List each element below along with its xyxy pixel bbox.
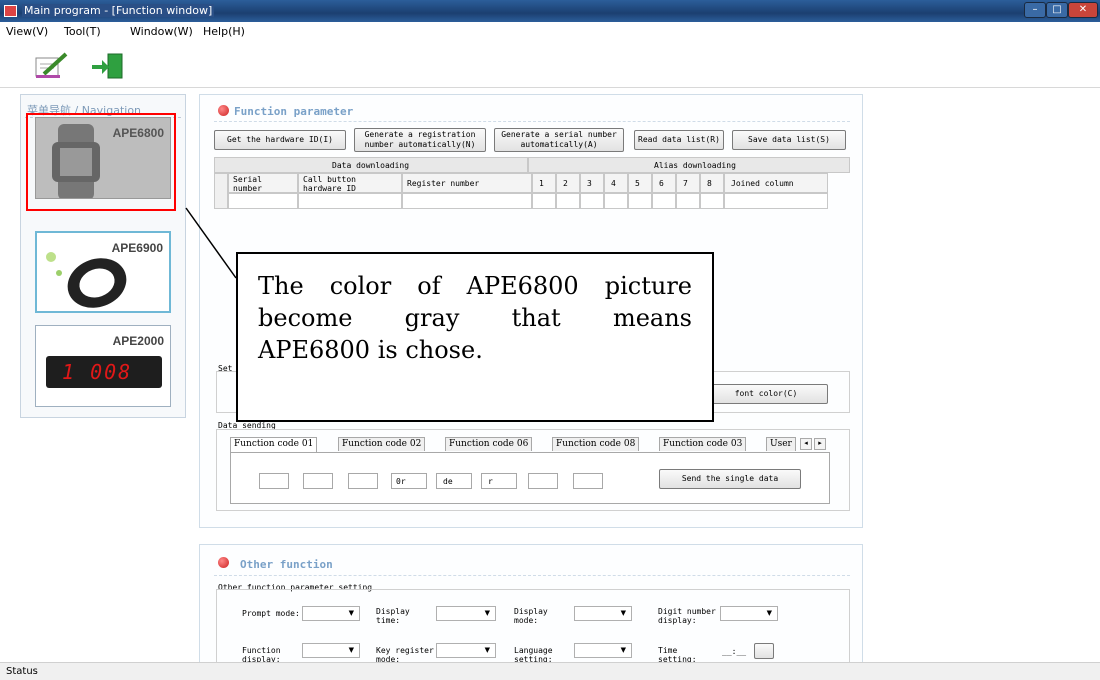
display-mode-label: Display mode: [514,607,548,625]
led-digits: 1 008 [62,360,133,384]
callout-line-3: APE6800 is chose. [258,336,483,364]
menu-help[interactable]: Help(H) [203,25,245,38]
column-header[interactable]: 8 [700,173,724,193]
display-time-label: Display time: [376,607,410,625]
key-register-select[interactable] [436,643,496,658]
data-field[interactable] [303,473,333,489]
save-data-list-button[interactable]: Save data list(S) [732,130,846,150]
edit-icon[interactable] [34,52,70,80]
other-function-panel: Other function Other function parameter … [199,544,863,673]
callout-line-1: The color of APE6800 picture [258,272,692,300]
exit-icon[interactable] [90,52,126,80]
display-mode-select[interactable] [574,606,632,621]
tab-function-code-03[interactable]: Function code 03 [659,437,747,451]
tab-scroll-left[interactable]: ◂ [800,438,812,450]
data-field[interactable] [528,473,558,489]
get-hardware-id-button[interactable]: Get the hardware ID(I) [214,130,346,150]
status-text: Status [6,666,38,677]
column-header[interactable]: 7 [676,173,700,193]
annotation-callout: The color of APE6800 picture become gray… [236,252,714,422]
section-title: Other function [240,558,333,571]
product-ape6900[interactable]: APE6900 [35,231,171,313]
time-value[interactable]: __:__ [722,647,746,656]
column-header[interactable]: 4 [604,173,628,193]
display-time-select[interactable] [436,606,496,621]
title-bar: Main program - [Function window] – □ ✕ [0,0,1100,22]
tab-scroll-right[interactable]: ▸ [814,438,826,450]
tab-function-code-06[interactable]: Function code 06 [445,437,533,451]
prompt-mode-label: Prompt mode: [242,609,300,618]
font-color-button[interactable]: font color(C) [704,384,828,404]
section-bullet-icon [218,105,229,116]
data-field[interactable] [348,473,378,489]
tab-user[interactable]: User [766,437,796,451]
data-field[interactable]: r [481,473,517,489]
close-button[interactable]: ✕ [1068,2,1098,18]
function-display-select[interactable] [302,643,360,658]
tab-function-code-08[interactable]: Function code 08 [552,437,640,451]
minimize-button[interactable]: – [1024,2,1046,18]
app-icon [4,5,17,17]
section-bullet-icon [218,557,229,568]
generate-registration-button[interactable]: Generate a registration number automatic… [354,128,486,152]
tab-function-code-01[interactable]: Function code 01 [230,437,318,453]
navigation-sidebar: 菜单导航 / Navigation APE6800 APE6900 APE200… [20,94,186,418]
data-field[interactable]: de [436,473,472,489]
generate-serial-button[interactable]: Generate a serial number automatically(A… [494,128,624,152]
data-field[interactable] [259,473,289,489]
column-header[interactable]: Call button hardware ID [298,173,402,193]
alias-downloading-header: Alias downloading [654,161,736,170]
product-name: APE2000 [112,334,164,348]
column-header[interactable]: Register number [402,173,532,193]
data-downloading-header: Data downloading [332,161,410,170]
status-bar: Status [0,662,1100,680]
send-single-data-button[interactable]: Send the single data [659,469,801,489]
digit-number-label: Digit number display: [658,607,716,625]
menu-view[interactable]: View(V) [6,25,48,38]
maximize-button[interactable]: □ [1046,2,1068,18]
data-grid: Data downloading Alias downloading Seria… [214,157,850,209]
digit-number-select[interactable] [720,606,778,621]
column-header[interactable]: 6 [652,173,676,193]
column-header[interactable]: 1 [532,173,556,193]
section-title: Function parameter [234,105,354,118]
callout-line-2: become gray that means [258,304,692,332]
time-picker-button[interactable] [754,643,774,659]
language-select[interactable] [574,643,632,658]
column-header[interactable]: 2 [556,173,580,193]
selection-highlight [26,113,176,211]
column-header[interactable]: 5 [628,173,652,193]
function-code-tabs: Function code 01 Function code 02 Functi… [230,437,830,453]
prompt-mode-select[interactable] [302,606,360,621]
column-header[interactable]: Joined column [724,173,828,193]
table-row[interactable] [228,193,298,209]
data-field[interactable]: 0r [391,473,427,489]
tab-function-code-02[interactable]: Function code 02 [338,437,426,451]
tab-content: 0r de r Send the single data [230,452,830,504]
read-data-list-button[interactable]: Read data list(R) [634,130,724,150]
column-header[interactable]: 3 [580,173,604,193]
menu-bar: View(V) Tool(T) Window(W) Help(H) [0,22,1100,40]
menu-tool[interactable]: Tool(T) [64,25,101,38]
menu-window[interactable]: Window(W) [130,25,193,38]
product-name: APE6900 [111,241,163,255]
column-header[interactable]: Serial number [228,173,298,193]
toolbar [0,40,1100,88]
data-field[interactable] [573,473,603,489]
window-title: Main program - [Function window] [22,4,215,17]
product-ape2000[interactable]: APE2000 1 008 [35,325,171,407]
